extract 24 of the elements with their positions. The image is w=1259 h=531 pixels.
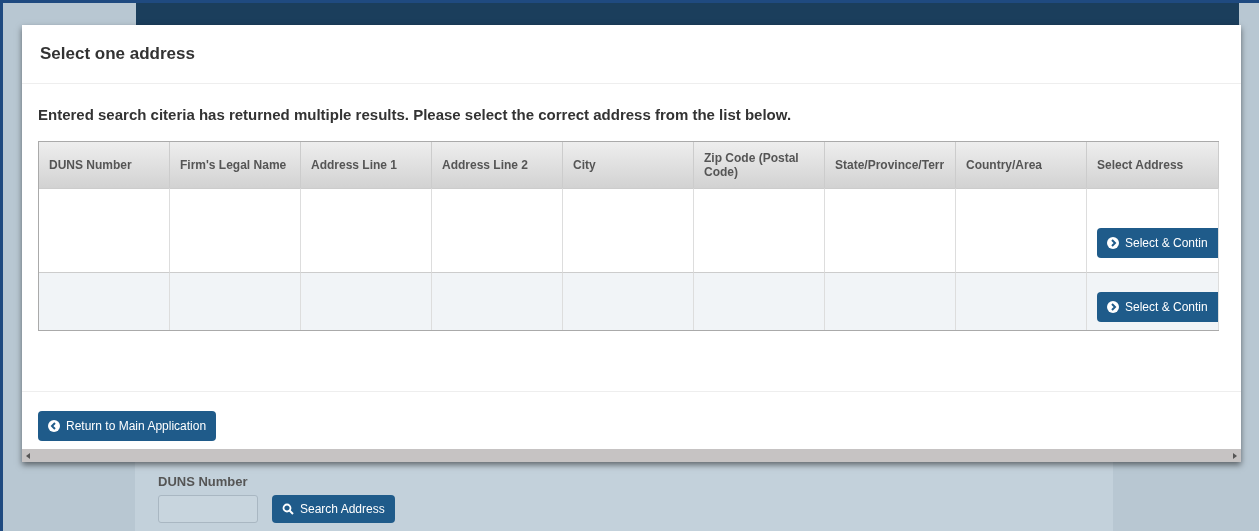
column-header: Select Address (1087, 142, 1219, 188)
column-header: DUNS Number (39, 142, 170, 188)
duns-input-field[interactable] (158, 495, 258, 523)
chevron-right-circle-icon (1107, 237, 1119, 249)
chevron-left-circle-icon (48, 420, 60, 432)
column-header: Country/Area (956, 142, 1087, 188)
column-header: Zip Code (Postal Code) (694, 142, 825, 188)
column-header: Firm's Legal Name (170, 142, 301, 188)
chevron-right-circle-icon (1107, 301, 1119, 313)
column-header: Address Line 2 (432, 142, 563, 188)
column-header: State/Province/Terr (825, 142, 956, 188)
results-message: Entered search citeria has returned multiple results. Please select the correct address from the list below. (38, 106, 793, 123)
field-label: DUNS Number (158, 474, 249, 489)
horizontal-scrollbar[interactable] (22, 449, 1241, 462)
column-header: Address Line 1 (301, 142, 432, 188)
search-icon (282, 503, 294, 515)
select-continue-button[interactable]: Select & Contin (1097, 228, 1218, 258)
select-continue-button[interactable]: Select & Contin (1097, 292, 1218, 322)
scroll-left-icon[interactable] (26, 452, 30, 459)
dialog-title: Select one address (40, 44, 196, 64)
search-address-button[interactable]: Search Address (272, 495, 395, 523)
return-button[interactable]: Return to Main Application (38, 411, 217, 441)
column-header: City (563, 142, 694, 188)
scroll-right-icon[interactable] (1233, 452, 1237, 459)
